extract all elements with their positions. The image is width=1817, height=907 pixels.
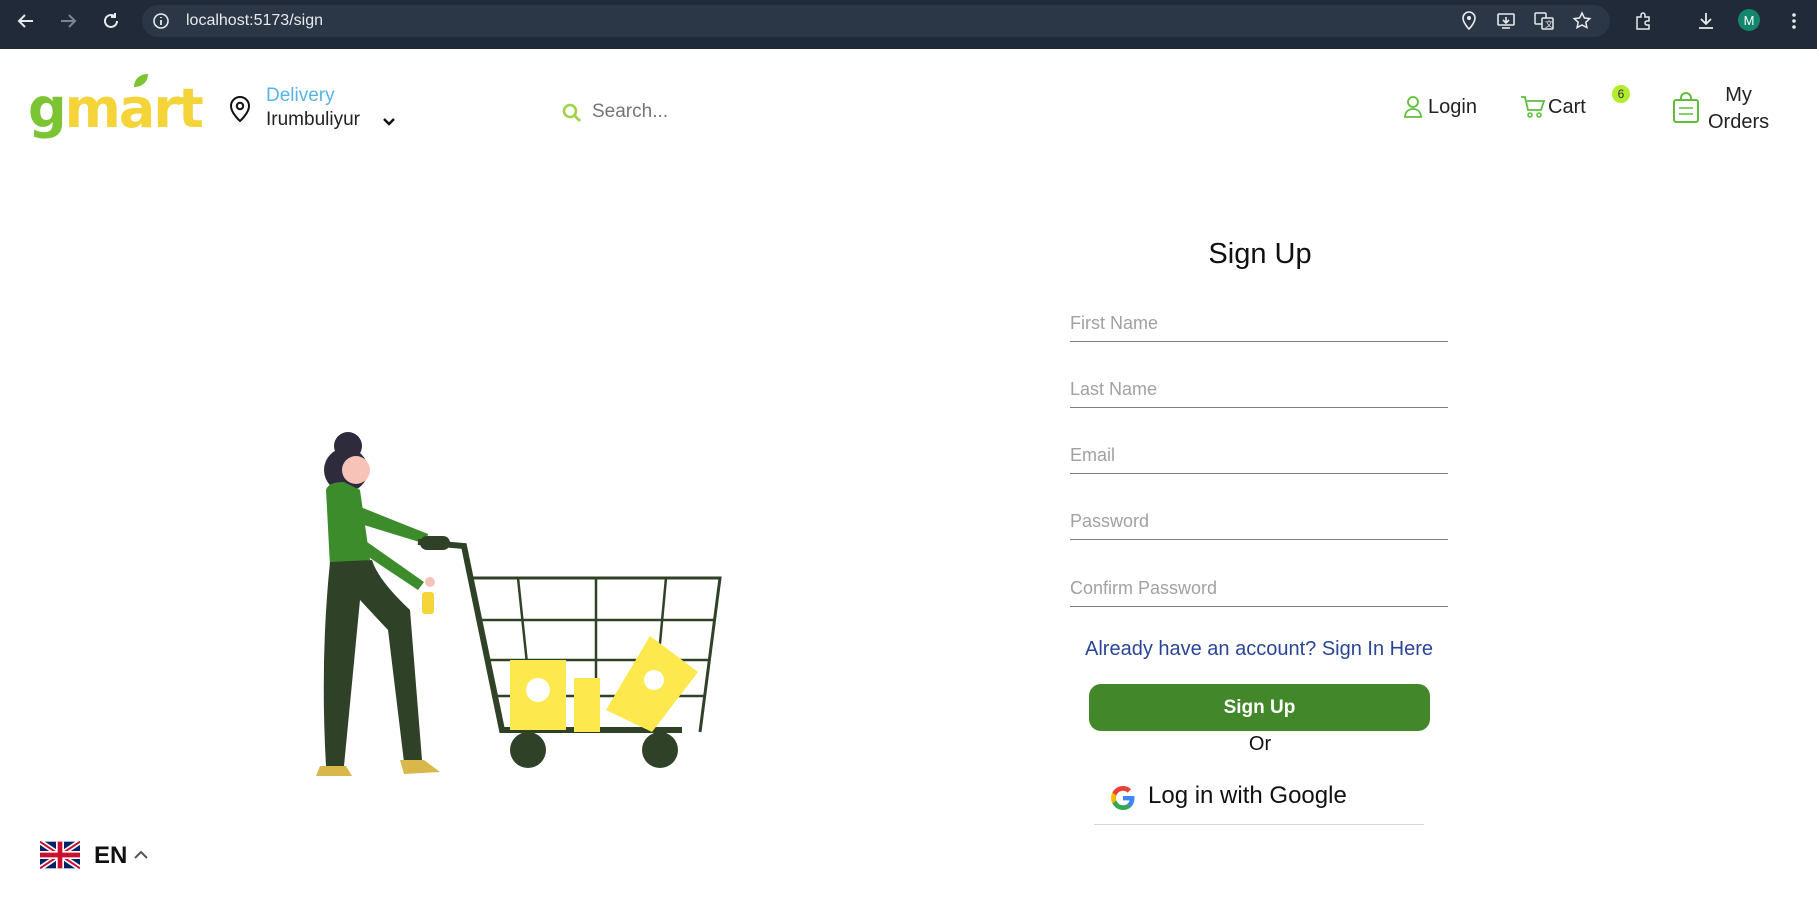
cart-link[interactable]: Cart	[1520, 95, 1586, 119]
leaf-icon	[134, 74, 148, 87]
first-name-input[interactable]	[1070, 306, 1448, 340]
cart-count-badge: 6	[1612, 85, 1630, 103]
browser-toolbar: localhost:5173/sign 文 M	[0, 0, 1817, 49]
email-input[interactable]	[1070, 438, 1448, 472]
download-icon[interactable]	[1694, 9, 1718, 33]
language-switcher[interactable]: EN	[40, 838, 148, 872]
my-orders-link[interactable]: My Orders	[1708, 82, 1769, 136]
bookmark-star-icon[interactable]	[1572, 11, 1592, 35]
location-pin-icon	[229, 95, 251, 123]
site-header: gmart Delivery Irumbuliyur Login Cart	[0, 49, 1817, 169]
more-menu-icon[interactable]	[1782, 9, 1806, 33]
chevron-up-icon	[134, 850, 148, 859]
translate-icon[interactable]: 文	[1534, 11, 1554, 35]
search-icon	[562, 103, 581, 122]
delivery-label: Delivery	[266, 85, 335, 106]
language-code: EN	[94, 842, 128, 869]
sign-up-button[interactable]: Sign Up	[1089, 684, 1430, 731]
site-info-icon[interactable]	[152, 12, 170, 34]
login-label: Login	[1428, 95, 1477, 118]
orders-bag-icon[interactable]	[1672, 92, 1700, 124]
back-icon[interactable]	[14, 9, 38, 33]
profile-avatar[interactable]: M	[1738, 9, 1760, 31]
shopping-woman-illustration	[316, 432, 722, 776]
confirm-password-field[interactable]	[1070, 571, 1448, 607]
location-icon[interactable]	[1460, 11, 1478, 35]
signup-title: Sign Up	[1208, 238, 1312, 270]
address-bar[interactable]: localhost:5173/sign 文	[142, 5, 1610, 37]
first-name-field[interactable]	[1070, 306, 1448, 342]
password-input[interactable]	[1070, 504, 1448, 538]
svg-text:文: 文	[1545, 19, 1553, 29]
password-field[interactable]	[1070, 504, 1448, 540]
orders-line1: My	[1725, 84, 1752, 106]
forward-icon[interactable]	[56, 9, 80, 33]
orders-line2: Orders	[1708, 111, 1770, 133]
extensions-icon[interactable]	[1632, 9, 1656, 33]
google-icon	[1111, 786, 1135, 810]
last-name-input[interactable]	[1070, 372, 1448, 406]
search-input[interactable]	[592, 97, 972, 127]
google-login-label: Log in with Google	[1148, 782, 1347, 809]
sign-in-link[interactable]: Already have an account? Sign In Here	[1070, 638, 1448, 661]
logo-g: g	[28, 77, 67, 140]
cart-label: Cart	[1548, 95, 1586, 118]
install-app-icon[interactable]	[1496, 11, 1516, 35]
gmart-logo[interactable]: gmart	[28, 74, 204, 140]
confirm-password-input[interactable]	[1070, 571, 1448, 605]
search-bar[interactable]	[560, 97, 980, 127]
google-login-button[interactable]: Log in with Google	[1094, 770, 1424, 825]
chevron-down-icon[interactable]	[383, 118, 395, 126]
last-name-field[interactable]	[1070, 372, 1448, 408]
reload-icon[interactable]	[99, 9, 123, 33]
or-separator: Or	[1248, 733, 1272, 755]
url-text[interactable]: localhost:5173/sign	[186, 12, 323, 30]
email-field[interactable]	[1070, 438, 1448, 474]
uk-flag-icon	[40, 840, 80, 870]
cart-icon	[1521, 96, 1546, 118]
login-link[interactable]: Login	[1404, 95, 1477, 119]
delivery-city: Irumbuliyur	[266, 109, 360, 130]
user-icon	[1404, 96, 1422, 118]
